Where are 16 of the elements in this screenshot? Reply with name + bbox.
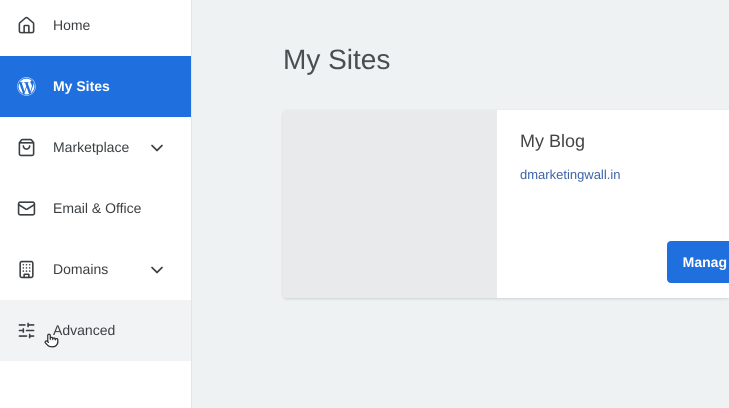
- sidebar-item[interactable]: My Sites: [0, 56, 191, 117]
- mail-icon: [17, 199, 36, 218]
- manage-button[interactable]: Manag: [666, 241, 729, 283]
- sidebar-item[interactable]: Advanced: [0, 300, 191, 361]
- building-icon: [17, 260, 36, 279]
- sidebar-item[interactable]: Home: [0, 0, 191, 56]
- site-link[interactable]: dmarketingwall.in: [520, 165, 729, 184]
- home-icon: [17, 16, 36, 35]
- sidebar-item[interactable]: Marketplace: [0, 117, 191, 178]
- wordpress-icon: [17, 77, 36, 96]
- sliders-icon: [17, 321, 36, 340]
- page-title: My Sites: [283, 43, 392, 77]
- sidebar-item[interactable]: Domains: [0, 239, 191, 300]
- site-name: My Blog: [520, 130, 586, 152]
- shopping-bag-icon: [17, 138, 36, 157]
- sidebar-item[interactable]: Email & Office: [0, 178, 191, 239]
